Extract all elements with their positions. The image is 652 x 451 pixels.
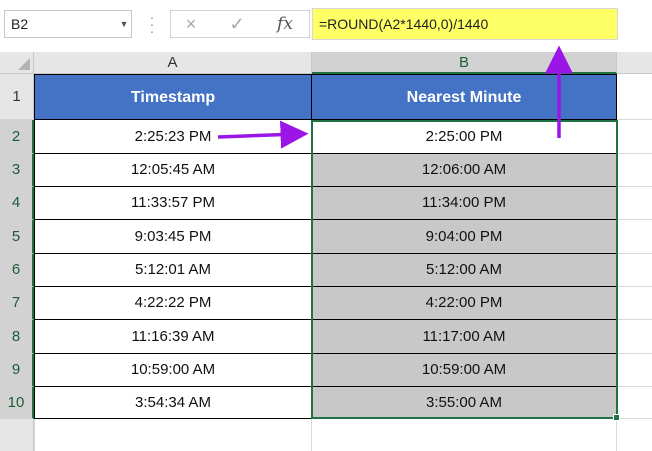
blank-cell[interactable] (617, 254, 652, 287)
gridline (616, 419, 617, 451)
blank-cell[interactable] (617, 387, 652, 419)
column-header-b[interactable]: B (312, 52, 617, 74)
cell-nearest-minute[interactable]: 11:34:00 PM (312, 187, 617, 220)
column-header-blank[interactable] (617, 52, 652, 74)
row-header[interactable]: 10 (0, 387, 34, 419)
row-header[interactable]: 9 (0, 354, 34, 387)
cell-nearest-minute[interactable]: 11:17:00 AM (312, 320, 617, 354)
cell-timestamp[interactable]: 12:05:45 AM (34, 154, 312, 187)
cell-timestamp[interactable]: 5:12:01 AM (34, 254, 312, 287)
row-header[interactable]: 3 (0, 154, 34, 187)
row-header[interactable]: 8 (0, 320, 34, 354)
enter-icon[interactable]: ✓ (225, 11, 249, 37)
row-header[interactable]: 2 (0, 120, 34, 154)
header-cell-nearest-minute[interactable]: Nearest Minute (312, 74, 617, 120)
fill-handle[interactable] (613, 414, 620, 421)
cell-timestamp[interactable]: 2:25:23 PM (34, 120, 312, 154)
cell-timestamp[interactable]: 4:22:22 PM (34, 287, 312, 320)
blank-cell[interactable] (617, 220, 652, 254)
formula-input[interactable]: =ROUND(A2*1440,0)/1440 (312, 8, 618, 40)
blank-cell[interactable] (617, 154, 652, 187)
cell-timestamp[interactable]: 11:33:57 PM (34, 187, 312, 220)
row-header[interactable]: 7 (0, 287, 34, 320)
blank-cell[interactable] (617, 120, 652, 154)
formula-bar-buttons: × ✓ fx (170, 10, 310, 38)
cell-nearest-minute[interactable]: 12:06:00 AM (312, 154, 617, 187)
cell-timestamp[interactable]: 11:16:39 AM (34, 320, 312, 354)
row-header[interactable]: 6 (0, 254, 34, 287)
cancel-icon[interactable]: × (179, 11, 203, 37)
empty-cells-area[interactable] (34, 419, 652, 451)
cell-nearest-minute[interactable]: 4:22:00 PM (312, 287, 617, 320)
cell-nearest-minute[interactable]: 3:55:00 AM (312, 387, 617, 419)
blank-cell[interactable] (617, 187, 652, 220)
cell-timestamp[interactable]: 10:59:00 AM (34, 354, 312, 387)
blank-cell[interactable] (617, 74, 652, 120)
cell-nearest-minute[interactable]: 2:25:00 PM (312, 120, 617, 154)
blank-cell[interactable] (617, 320, 652, 354)
header-cell-timestamp[interactable]: Timestamp (34, 74, 312, 120)
name-box[interactable]: B2 (4, 10, 132, 38)
cell-timestamp[interactable]: 9:03:45 PM (34, 220, 312, 254)
row-header[interactable]: 5 (0, 220, 34, 254)
blank-cell[interactable] (617, 287, 652, 320)
select-all-triangle-icon (18, 58, 30, 70)
cell-nearest-minute[interactable]: 10:59:00 AM (312, 354, 617, 387)
empty-row-area[interactable] (0, 419, 34, 451)
insert-function-icon[interactable]: fx (271, 11, 299, 37)
chevron-down-icon[interactable]: ▼ (116, 10, 132, 38)
cell-nearest-minute[interactable]: 9:04:00 PM (312, 220, 617, 254)
cell-nearest-minute[interactable]: 5:12:00 AM (312, 254, 617, 287)
column-header-a[interactable]: A (34, 52, 312, 74)
row-header[interactable]: 1 (0, 74, 34, 120)
gridline (311, 419, 312, 451)
drag-handle-icon[interactable]: · · · (148, 10, 156, 38)
blank-cell[interactable] (617, 354, 652, 387)
row-header[interactable]: 4 (0, 187, 34, 220)
cell-timestamp[interactable]: 3:54:34 AM (34, 387, 312, 419)
